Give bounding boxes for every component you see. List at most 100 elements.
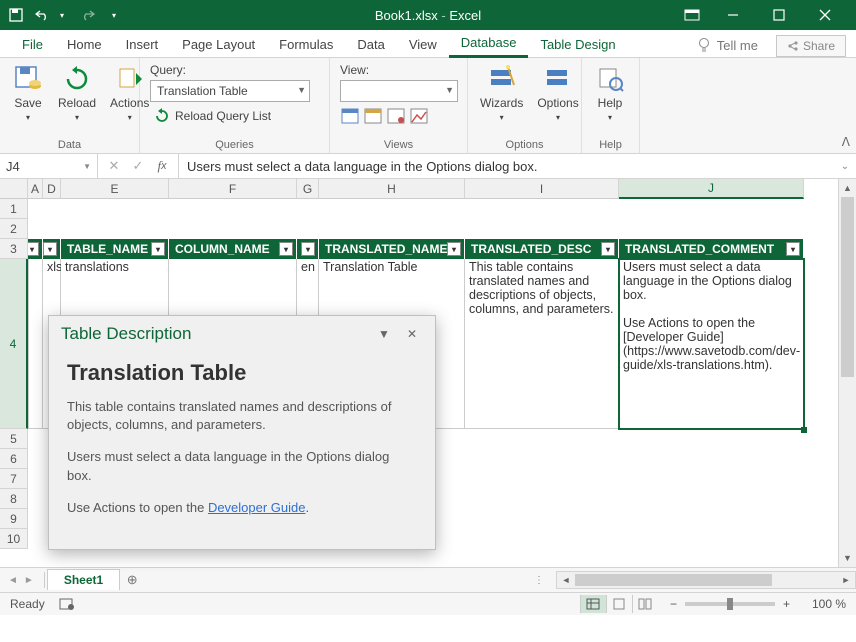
col-G[interactable]: G (297, 179, 319, 199)
formula-input[interactable]: Users must select a data language in the… (179, 154, 834, 178)
col-E[interactable]: E (61, 179, 169, 199)
th-translated-desc[interactable]: TRANSLATED_DESC▾ (465, 239, 619, 259)
close-button[interactable] (802, 0, 848, 30)
row-5[interactable]: 5 (0, 429, 28, 449)
cell-translated-comment[interactable]: Users must select a data language in the… (619, 259, 804, 429)
filter-icon[interactable]: ▾ (279, 242, 293, 256)
view-normal-icon[interactable] (580, 595, 606, 613)
th-blank1[interactable]: ▾ (28, 239, 43, 259)
row-4[interactable]: 4 (0, 259, 28, 429)
th-column-name[interactable]: COLUMN_NAME▾ (169, 239, 297, 259)
view-pagebreak-icon[interactable] (632, 595, 658, 613)
view-icon-3[interactable] (386, 106, 406, 126)
developer-guide-link[interactable]: Developer Guide (208, 500, 306, 515)
save-button[interactable]: Save▾ (6, 61, 50, 125)
undo-icon[interactable] (34, 7, 50, 23)
select-all-cell[interactable] (0, 179, 28, 199)
view-select[interactable]: ▼ (340, 80, 458, 102)
zoom-value[interactable]: 100 % (798, 597, 846, 611)
reload-button[interactable]: Reload▾ (52, 61, 102, 125)
filter-icon[interactable]: ▾ (301, 242, 315, 256)
accept-formula-icon[interactable]: ✓ (126, 154, 150, 178)
undo-dropdown-icon[interactable]: ▾ (54, 7, 70, 23)
maximize-button[interactable] (756, 0, 802, 30)
scroll-right-icon[interactable]: ► (837, 575, 855, 585)
tab-insert[interactable]: Insert (114, 32, 171, 57)
zoom-out-icon[interactable]: − (670, 597, 677, 611)
tab-file[interactable]: File (10, 32, 55, 57)
save-icon[interactable] (8, 7, 24, 23)
filter-icon[interactable]: ▾ (43, 242, 57, 256)
ribbon-display-icon[interactable] (674, 0, 710, 30)
popup-close-icon[interactable]: ✕ (401, 324, 423, 344)
zoom-in-icon[interactable]: + (783, 597, 790, 611)
view-icon-1[interactable] (340, 106, 360, 126)
th-blank3[interactable]: ▾ (297, 239, 319, 259)
name-box[interactable]: J4 ▼ (0, 154, 98, 178)
col-F[interactable]: F (169, 179, 297, 199)
col-J[interactable]: J (619, 179, 804, 199)
filter-icon[interactable]: ▾ (786, 242, 800, 256)
hscroll-thumb[interactable] (575, 574, 772, 586)
col-I[interactable]: I (465, 179, 619, 199)
tab-data[interactable]: Data (345, 32, 396, 57)
zoom-slider[interactable] (685, 602, 775, 606)
filter-icon[interactable]: ▾ (601, 242, 615, 256)
fx-icon[interactable]: fx (150, 154, 174, 178)
col-A[interactable]: A (28, 179, 43, 199)
scroll-up-icon[interactable]: ▲ (839, 179, 856, 197)
col-D[interactable]: D (43, 179, 61, 199)
tab-formulas[interactable]: Formulas (267, 32, 345, 57)
tab-tabledesign[interactable]: Table Design (528, 32, 627, 57)
wizards-button[interactable]: Wizards▾ (474, 61, 529, 125)
share-button[interactable]: Share (776, 35, 846, 57)
query-select[interactable]: Translation Table ▼ (150, 80, 310, 102)
horizontal-scrollbar[interactable]: ◄ ► (556, 571, 856, 589)
tell-me[interactable]: Tell me (687, 33, 768, 57)
row-9[interactable]: 9 (0, 509, 28, 529)
macro-record-icon[interactable] (59, 597, 75, 611)
row-10[interactable]: 10 (0, 529, 28, 549)
tab-home[interactable]: Home (55, 32, 114, 57)
view-icon-4[interactable] (409, 106, 429, 126)
filter-icon[interactable]: ▾ (28, 242, 39, 256)
scroll-left-icon[interactable]: ◄ (557, 575, 575, 585)
options-button[interactable]: Options▾ (531, 61, 584, 125)
row-8[interactable]: 8 (0, 489, 28, 509)
th-blank2[interactable]: ▾ (43, 239, 61, 259)
row-3[interactable]: 3 (0, 239, 28, 259)
row-1[interactable]: 1 (0, 199, 28, 219)
tab-pagelayout[interactable]: Page Layout (170, 32, 267, 57)
th-translated-comment[interactable]: TRANSLATED_COMMENT▾ (619, 239, 804, 259)
view-pagelayout-icon[interactable] (606, 595, 632, 613)
sheet-nav-last-icon[interactable]: ► (24, 575, 34, 586)
th-table-name[interactable]: TABLE_NAME▾ (61, 239, 169, 259)
reload-query-button[interactable]: Reload Query List (150, 106, 319, 126)
scroll-thumb[interactable] (841, 197, 854, 377)
th-translated-name[interactable]: TRANSLATED_NAME▾ (319, 239, 465, 259)
row-7[interactable]: 7 (0, 469, 28, 489)
sheet-tab-1[interactable]: Sheet1 (47, 569, 120, 590)
view-icon-2[interactable] (363, 106, 383, 126)
cell-blank1[interactable] (28, 259, 43, 429)
expand-formula-icon[interactable]: ⌄ (834, 161, 856, 172)
help-button[interactable]: Help▾ (588, 61, 632, 125)
zoom-handle[interactable] (727, 598, 733, 610)
vertical-scrollbar[interactable]: ▲ ▼ (838, 179, 856, 567)
filter-icon[interactable]: ▾ (447, 242, 461, 256)
cancel-formula-icon[interactable]: ✕ (102, 154, 126, 178)
fill-handle[interactable] (801, 427, 807, 433)
col-H[interactable]: H (319, 179, 465, 199)
popup-dropdown-icon[interactable]: ▼ (373, 324, 395, 344)
filter-icon[interactable]: ▾ (151, 242, 165, 256)
add-sheet-icon[interactable]: ⊕ (120, 572, 144, 588)
minimize-button[interactable] (710, 0, 756, 30)
cell-translated-desc[interactable]: This table contains translated names and… (465, 259, 619, 429)
scroll-down-icon[interactable]: ▼ (839, 549, 856, 567)
qat-customize-icon[interactable]: ▾ (106, 7, 122, 23)
sheet-nav-first-icon[interactable]: ◄ (8, 575, 18, 586)
tab-split-icon[interactable]: ⋮ (530, 575, 548, 586)
collapse-ribbon-icon[interactable]: ᐱ (842, 135, 850, 149)
row-6[interactable]: 6 (0, 449, 28, 469)
row-2[interactable]: 2 (0, 219, 28, 239)
